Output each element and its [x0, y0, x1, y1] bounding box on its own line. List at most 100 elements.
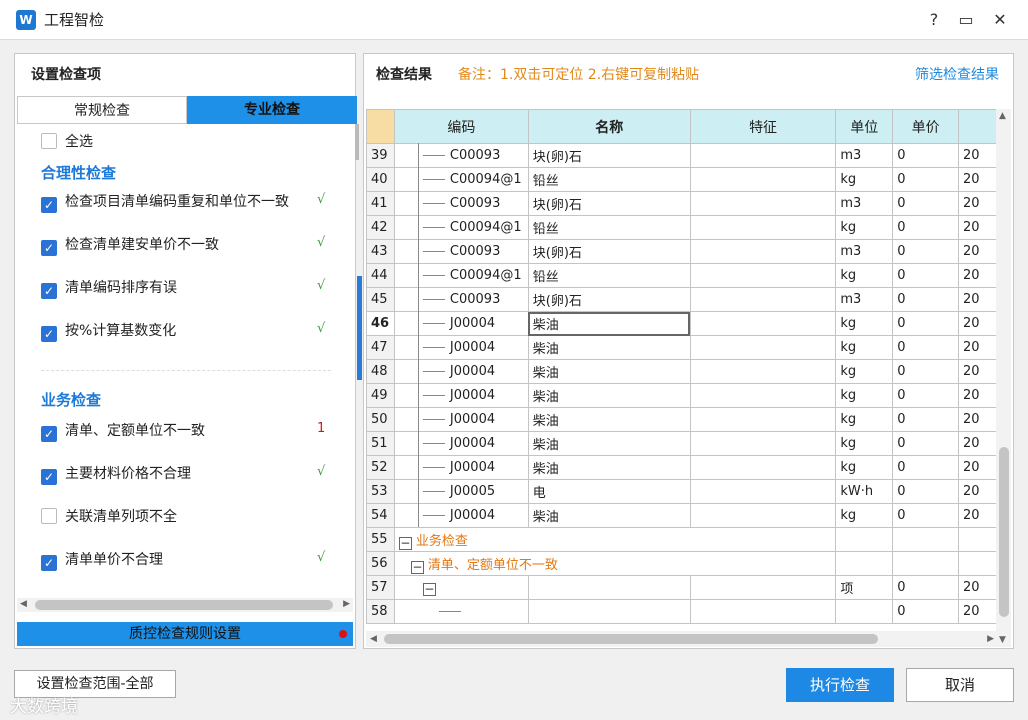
group-row[interactable]: 55 − 业务检查: [366, 527, 998, 552]
table-row[interactable]: 49 J00004 柴油 kg 0 20: [366, 383, 998, 408]
table-row[interactable]: 43 C00093 块(卵)石 m3 0 20: [366, 239, 998, 264]
tree-connector-line: [418, 143, 419, 527]
cancel-button[interactable]: 取消: [906, 668, 1014, 702]
table-row[interactable]: 47 J00004 柴油 kg 0 20: [366, 335, 998, 360]
table-row[interactable]: 51 J00004 柴油 kg 0 20: [366, 431, 998, 456]
check-item[interactable]: ✓ 检查清单建安单价不一致: [41, 235, 219, 256]
scroll-right-icon[interactable]: ▶: [343, 599, 350, 609]
feature-cell: [689, 263, 837, 288]
extra-cell: 20: [957, 431, 998, 456]
table-row[interactable]: 41 C00093 块(卵)石 m3 0 20: [366, 191, 998, 216]
column-header-more[interactable]: [957, 109, 998, 144]
table-row[interactable]: 39 C00093 块(卵)石 m3 0 20: [366, 143, 998, 168]
check-item[interactable]: ✓ 检查项目清单编码重复和单位不一致: [41, 192, 289, 213]
name-cell: 块(卵)石: [527, 287, 691, 312]
tab-regular-check[interactable]: 常规检查: [17, 96, 187, 124]
price-cell: 0: [892, 407, 959, 432]
group-cell: − 清单、定额单位不一致: [393, 551, 837, 576]
check-item-label: 清单单价不合理: [65, 552, 163, 568]
table-row[interactable]: 54 J00004 柴油 kg 0 20: [366, 503, 998, 528]
column-header-feature[interactable]: 特征: [689, 109, 837, 144]
name-cell-focused[interactable]: 柴油: [527, 311, 691, 336]
table-row-selected[interactable]: 46 J00004 柴油 kg 0 20: [366, 311, 998, 336]
table-row[interactable]: 48 J00004 柴油 kg 0 20: [366, 359, 998, 384]
column-header-unit[interactable]: 单位: [835, 109, 894, 144]
select-all-checkbox[interactable]: 全选: [41, 132, 93, 152]
check-item[interactable]: ✓ 清单单价不合理: [41, 550, 163, 571]
table-row[interactable]: 44 C00094@1 铅丝 kg 0 20: [366, 263, 998, 288]
check-item[interactable]: 关联清单列项不全: [41, 507, 177, 527]
table-row[interactable]: 52 J00004 柴油 kg 0 20: [366, 455, 998, 480]
name-cell: 块(卵)石: [527, 143, 691, 168]
collapse-icon[interactable]: −: [398, 536, 412, 550]
column-header-price[interactable]: 单价: [892, 109, 959, 144]
table-row[interactable]: 50 J00004 柴油 kg 0 20: [366, 407, 998, 432]
table-row[interactable]: 58 0 20: [366, 599, 998, 624]
extra-cell: [957, 551, 998, 576]
extra-cell: 20: [957, 215, 998, 240]
check-item[interactable]: ✓ 清单编码排序有误: [41, 278, 177, 299]
row-number: 48: [366, 359, 395, 384]
horizontal-scrollbar[interactable]: ◀ ▶: [17, 598, 353, 612]
scroll-right-icon[interactable]: ▶: [987, 634, 994, 644]
row-number: 41: [366, 191, 395, 216]
scrollbar-thumb[interactable]: [384, 634, 878, 644]
pass-check-icon: √: [317, 278, 326, 293]
check-item[interactable]: ✓ 按%计算基数变化: [41, 321, 176, 342]
scrollbar-thumb[interactable]: [999, 447, 1009, 617]
check-item-label: 关联清单列项不全: [65, 509, 177, 525]
vertical-scrollbar[interactable]: ▲ ▼: [996, 109, 1011, 647]
row-number: 58: [366, 599, 395, 624]
extra-cell: 20: [957, 503, 998, 528]
name-cell: [527, 599, 691, 624]
feature-cell: [689, 503, 837, 528]
horizontal-scrollbar[interactable]: ◀ ▶: [366, 631, 998, 647]
table-row[interactable]: 45 C00093 块(卵)石 m3 0 20: [366, 287, 998, 312]
row-number: 39: [366, 143, 395, 168]
run-check-button[interactable]: 执行检查: [786, 668, 894, 702]
close-button[interactable]: ✕: [988, 8, 1012, 32]
scroll-left-icon[interactable]: ◀: [20, 599, 27, 609]
collapse-icon[interactable]: −: [410, 560, 424, 574]
scroll-left-icon[interactable]: ◀: [370, 634, 377, 644]
maximize-button[interactable]: ▭: [954, 8, 978, 32]
check-item[interactable]: ✓ 主要材料价格不合理: [41, 464, 191, 485]
unit-cell: kg: [835, 407, 894, 432]
table-row[interactable]: 42 C00094@1 铅丝 kg 0 20: [366, 215, 998, 240]
qc-rule-settings-button[interactable]: 质控检查规则设置: [17, 622, 353, 646]
table-row[interactable]: 53 J00005 电 kW·h 0 20: [366, 479, 998, 504]
name-cell: 柴油: [527, 431, 691, 456]
group-row[interactable]: 56 − 清单、定额单位不一致: [366, 551, 998, 576]
tab-professional-check[interactable]: 专业检查: [187, 96, 357, 124]
code-cell: C00093: [393, 191, 529, 216]
code-cell: C00093: [393, 287, 529, 312]
scrollbar-thumb[interactable]: [35, 600, 333, 610]
column-header-name[interactable]: 名称: [527, 109, 691, 144]
name-cell: 铅丝: [527, 263, 691, 288]
column-header-code[interactable]: 编码: [393, 109, 529, 144]
collapse-icon[interactable]: −: [422, 582, 436, 596]
feature-cell: [689, 407, 837, 432]
feature-cell: [689, 455, 837, 480]
price-cell: 0: [892, 263, 959, 288]
row-number: 49: [366, 383, 395, 408]
filter-results-link[interactable]: 筛选检查结果: [915, 64, 999, 84]
code-cell: C00094@1: [393, 167, 529, 192]
scroll-up-icon[interactable]: ▲: [999, 111, 1006, 121]
table-row[interactable]: 57 − 项 0 20: [366, 575, 998, 600]
name-cell: 柴油: [527, 335, 691, 360]
check-item[interactable]: ✓ 清单、定额单位不一致: [41, 421, 205, 442]
table-row[interactable]: 40 C00094@1 铅丝 kg 0 20: [366, 167, 998, 192]
panel-splitter-handle[interactable]: [357, 276, 362, 380]
issue-count-badge: 1: [317, 421, 326, 436]
feature-cell: [689, 599, 837, 624]
scroll-down-icon[interactable]: ▼: [999, 635, 1006, 645]
name-cell: 柴油: [527, 407, 691, 432]
section-divider: [41, 370, 331, 371]
unit-cell: kg: [835, 431, 894, 456]
feature-cell: [689, 311, 837, 336]
section-heading-rationality: 合理性检查: [41, 164, 117, 182]
vertical-scrollbar[interactable]: [355, 124, 359, 160]
name-cell: 柴油: [527, 455, 691, 480]
help-button[interactable]: ?: [922, 8, 946, 32]
